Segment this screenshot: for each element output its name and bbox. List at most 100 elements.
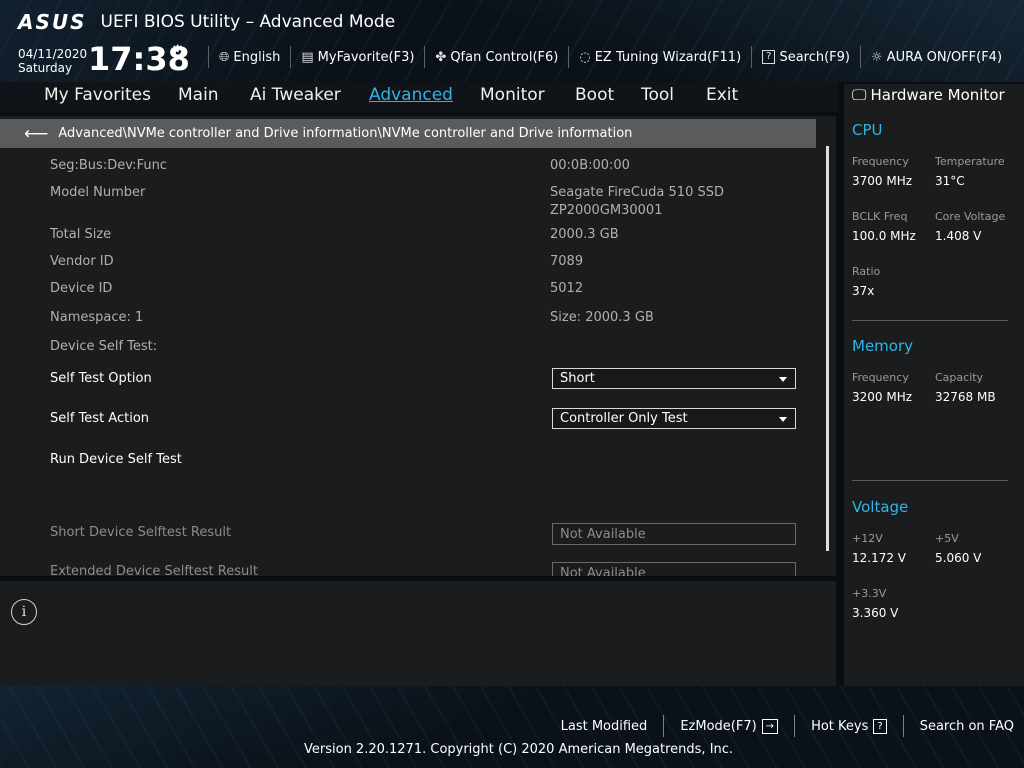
extended-result-label: Extended Device Selftest Result xyxy=(50,564,258,576)
divider xyxy=(751,46,753,68)
memory-frequency-label: Frequency xyxy=(852,371,909,384)
tab-advanced[interactable]: Advanced xyxy=(369,85,453,105)
cpu-frequency-value: 3700 MHz xyxy=(852,174,913,188)
cpu-section-title: CPU xyxy=(852,121,883,139)
globe-icon: 🌐︎ xyxy=(219,49,230,65)
v33-value: 3.360 V xyxy=(852,606,899,620)
aura-button[interactable]: ☼ AURA ON/OFF(F4) xyxy=(871,50,1002,65)
section-divider xyxy=(852,480,1008,481)
extended-result-field: Not Available xyxy=(552,562,796,576)
vendor-value: 7089 xyxy=(550,254,584,269)
divider xyxy=(794,715,796,737)
divider xyxy=(208,46,209,68)
self-test-action-select[interactable]: Controller Only Test xyxy=(552,408,796,429)
v5-label: +5V xyxy=(935,532,959,545)
monitor-icon: 🖵︎ xyxy=(852,86,867,104)
core-voltage-value: 1.408 V xyxy=(935,229,982,243)
memory-frequency-value: 3200 MHz xyxy=(852,390,913,404)
help-divider xyxy=(0,576,836,581)
short-result-label: Short Device Selftest Result xyxy=(50,525,232,540)
chevron-down-icon xyxy=(779,417,787,422)
short-result-field: Not Available xyxy=(552,523,796,545)
model-value-line2: ZP2000GM30001 xyxy=(550,203,663,218)
footer-links: Last Modified EzMode(F7) → Hot Keys ? Se… xyxy=(561,715,1014,737)
footer: Last Modified EzMode(F7) → Hot Keys ? Se… xyxy=(0,686,1024,768)
namespace-value: Size: 2000.3 GB xyxy=(550,310,654,325)
v33-label: +3.3V xyxy=(852,587,887,600)
namespace-label: Namespace: 1 xyxy=(50,310,144,325)
bclk-label: BCLK Freq xyxy=(852,210,908,223)
clock-settings-icon[interactable]: ⚙ xyxy=(170,42,185,62)
hardware-monitor-label: Hardware Monitor xyxy=(870,86,1005,104)
date-block: 04/11/2020 Saturday xyxy=(18,47,87,75)
breadcrumb: ⟵ Advanced\NVMe controller and Drive inf… xyxy=(0,119,816,148)
back-arrow-icon[interactable]: ⟵ xyxy=(24,124,48,144)
exit-arrow-icon: → xyxy=(761,718,779,734)
myfavorite-button[interactable]: ▤ MyFavorite(F3) xyxy=(301,50,414,65)
hot-keys-button[interactable]: Hot Keys ? xyxy=(811,718,887,734)
asus-logo: ASUS xyxy=(18,10,87,34)
main-panel: ⟵ Advanced\NVMe controller and Drive inf… xyxy=(0,116,836,686)
extended-result-value: Not Available xyxy=(560,565,646,577)
copyright-text: Version 2.20.1271. Copyright (C) 2020 Am… xyxy=(304,742,734,757)
memory-section-title: Memory xyxy=(852,337,914,355)
ezmode-button[interactable]: EzMode(F7) → xyxy=(680,718,779,734)
favorite-icon: ▤ xyxy=(301,49,314,65)
fan-icon: ✤ xyxy=(435,49,447,65)
tab-exit[interactable]: Exit xyxy=(706,85,738,105)
self-test-action-label: Self Test Action xyxy=(50,411,150,426)
self-test-heading: Device Self Test: xyxy=(50,339,158,354)
search-label: Search(F9) xyxy=(779,49,851,65)
tab-monitor[interactable]: Monitor xyxy=(480,85,545,105)
voltage-section-title: Voltage xyxy=(852,498,909,516)
self-test-option-select[interactable]: Short xyxy=(552,368,796,389)
ez-tuning-button[interactable]: ◌ EZ Tuning Wizard(F11) xyxy=(579,50,741,65)
hot-keys-label: Hot Keys xyxy=(811,718,869,734)
tab-main[interactable]: Main xyxy=(178,85,219,105)
ez-tuning-label: EZ Tuning Wizard(F11) xyxy=(594,49,742,65)
size-label: Total Size xyxy=(50,227,112,242)
run-self-test-button[interactable]: Run Device Self Test xyxy=(50,452,182,467)
scrollbar[interactable] xyxy=(826,146,829,551)
chevron-down-icon xyxy=(779,377,787,382)
v5-value: 5.060 V xyxy=(935,551,982,565)
seg-value: 00:0B:00:00 xyxy=(550,158,630,173)
divider xyxy=(290,46,292,68)
qfan-label: Qfan Control(F6) xyxy=(450,49,559,65)
search-button[interactable]: ? Search(F9) xyxy=(762,50,850,65)
cpu-temperature-label: Temperature xyxy=(935,155,1005,168)
divider xyxy=(663,715,665,737)
language-label: English xyxy=(233,49,281,65)
bclk-value: 100.0 MHz xyxy=(852,229,916,243)
divider xyxy=(568,46,570,68)
language-button[interactable]: 🌐︎ English xyxy=(219,50,280,65)
size-value: 2000.3 GB xyxy=(550,227,619,242)
tab-my-favorites[interactable]: My Favorites xyxy=(44,85,151,105)
last-modified-button[interactable]: Last Modified xyxy=(561,719,648,734)
tab-ai-tweaker[interactable]: Ai Tweaker xyxy=(250,85,341,105)
hardware-monitor-title: 🖵︎ Hardware Monitor xyxy=(852,86,1005,104)
section-divider xyxy=(852,320,1008,321)
top-banner: ASUS UEFI BIOS Utility – Advanced Mode 0… xyxy=(0,0,1024,82)
v12-label: +12V xyxy=(852,532,883,545)
app-title: UEFI BIOS Utility – Advanced Mode xyxy=(100,12,396,32)
qfan-button[interactable]: ✤ Qfan Control(F6) xyxy=(435,50,558,65)
menu-bar: My Favorites Main Ai Tweaker Advanced Mo… xyxy=(0,82,838,112)
model-value-line1: Seagate FireCuda 510 SSD xyxy=(550,185,724,200)
v12-value: 12.172 V xyxy=(852,551,907,565)
divider xyxy=(860,46,862,68)
short-result-value: Not Available xyxy=(560,526,646,542)
lightbulb-icon: ◌ xyxy=(579,49,591,65)
core-voltage-label: Core Voltage xyxy=(935,210,1006,223)
cpu-frequency-label: Frequency xyxy=(852,155,909,168)
breadcrumb-text: Advanced\NVMe controller and Drive infor… xyxy=(58,126,633,141)
toolbar: 🌐︎ English ▤ MyFavorite(F3) ✤ Qfan Contr… xyxy=(198,44,1002,70)
device-id-value: 5012 xyxy=(550,281,584,296)
vendor-label: Vendor ID xyxy=(50,254,114,269)
ezmode-label: EzMode(F7) xyxy=(680,718,757,734)
tab-boot[interactable]: Boot xyxy=(575,85,614,105)
tab-tool[interactable]: Tool xyxy=(641,85,674,105)
search-faq-button[interactable]: Search on FAQ xyxy=(920,719,1014,734)
brand: ASUS UEFI BIOS Utility – Advanced Mode xyxy=(18,10,395,34)
cpu-temperature-value: 31°C xyxy=(935,174,965,188)
